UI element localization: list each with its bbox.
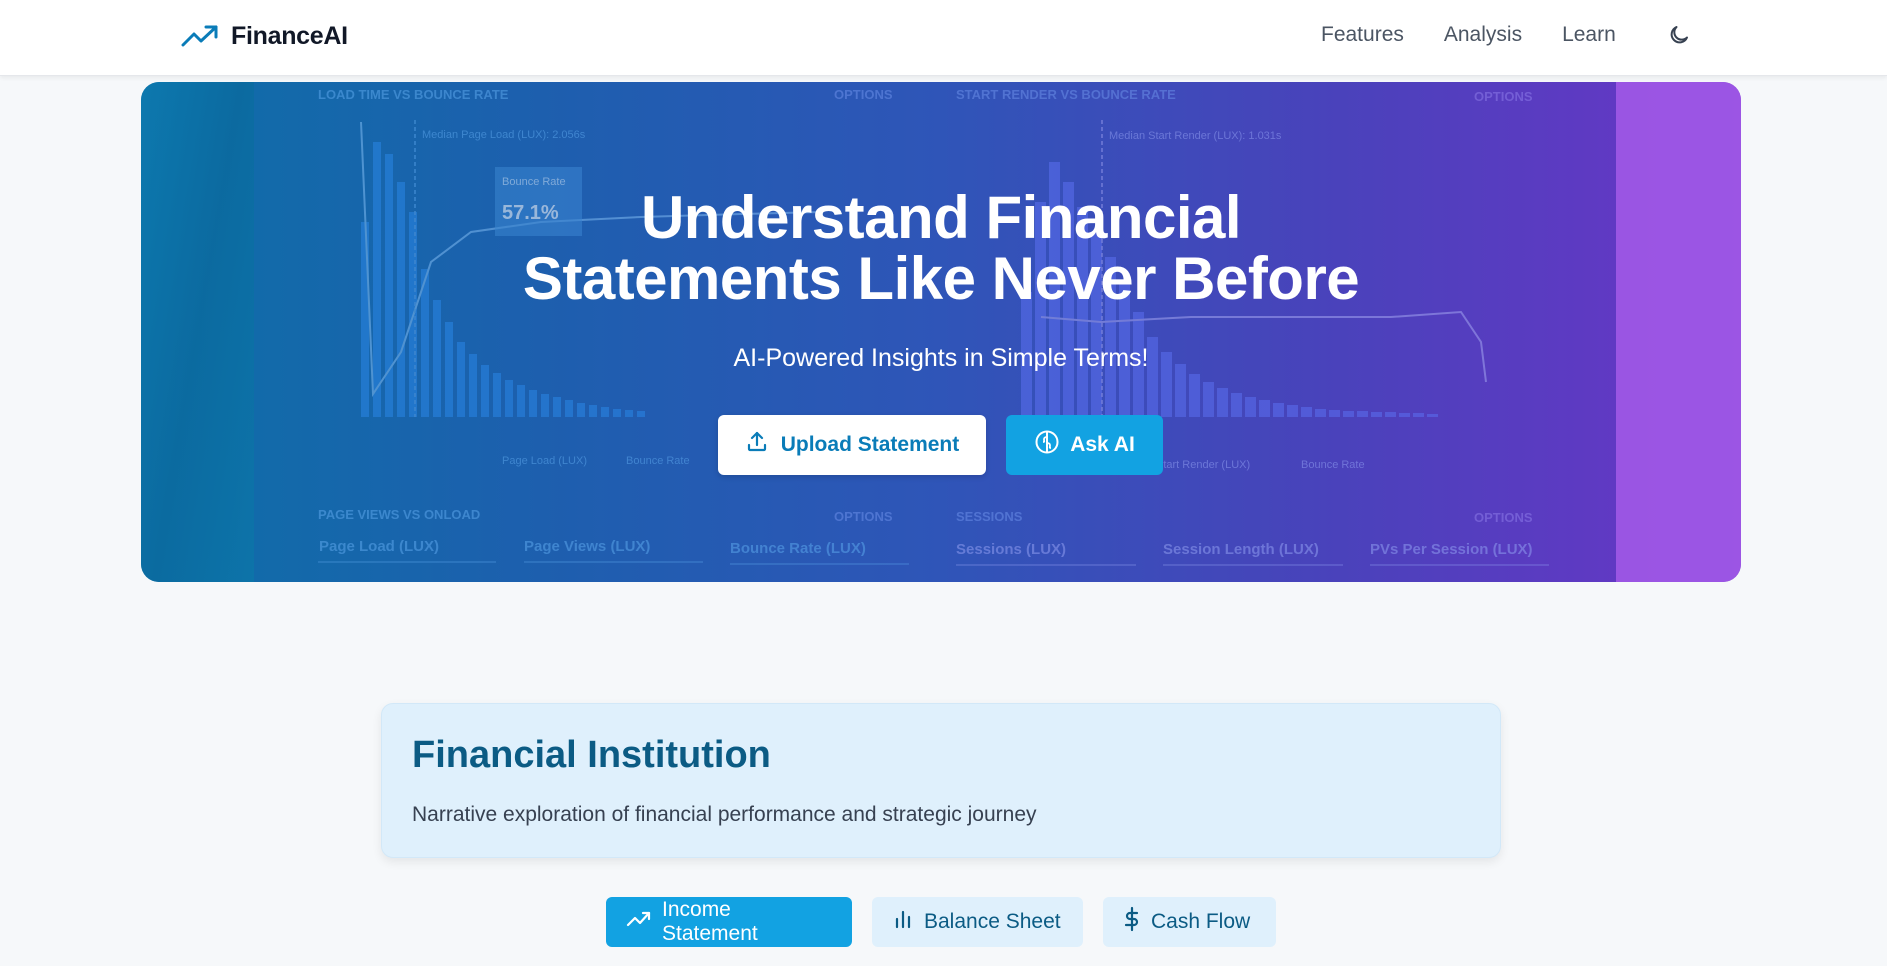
hero-title-line2: Statements Like Never Before — [522, 245, 1360, 312]
bg-legend-2: Bounce Rate — [626, 455, 690, 467]
brand-name: FinanceAI — [231, 21, 348, 50]
statement-tabs: Income Statement Balance Sheet Cash Flow — [606, 897, 1276, 947]
moon-icon — [1667, 23, 1691, 52]
bg-panel4-title: SESSIONS — [956, 509, 1023, 524]
brain-icon — [1034, 429, 1060, 461]
tab-balance-sheet[interactable]: Balance Sheet — [872, 897, 1083, 947]
hero-left-strip — [141, 82, 254, 582]
bg-legend-3: Start Render (LUX) — [1156, 459, 1250, 471]
ask-ai-button[interactable]: Ask AI — [1006, 415, 1163, 475]
top-navbar: FinanceAI Features Analysis Learn — [0, 0, 1887, 76]
bg-median-2: Median Start Render (LUX): 1.031s — [1109, 130, 1282, 142]
bar-chart-icon — [892, 908, 914, 936]
bg-options-3: OPTIONS — [834, 509, 893, 524]
tab-income-statement[interactable]: Income Statement — [606, 897, 852, 947]
institution-info-card: Financial Institution Narrative explorat… — [381, 703, 1501, 858]
bg-legend-4: Bounce Rate — [1301, 459, 1365, 471]
institution-description: Narrative exploration of financial perfo… — [412, 803, 1037, 826]
tab-cash-label: Cash Flow — [1151, 910, 1251, 933]
bg-options-2: OPTIONS — [1474, 89, 1533, 104]
hero-subtitle: AI-Powered Insights in Simple Terms! — [733, 344, 1149, 372]
institution-title: Financial Institution — [412, 734, 771, 776]
hero-actions: Upload Statement Ask AI — [718, 415, 1163, 475]
bg-metric-2: Page Views (LUX) — [524, 538, 650, 555]
ask-ai-label: Ask AI — [1070, 433, 1135, 456]
hero-title: Understand Financial Statements Like Nev… — [141, 187, 1741, 309]
bg-panel1-title: LOAD TIME VS BOUNCE RATE — [318, 87, 509, 102]
upload-statement-button[interactable]: Upload Statement — [718, 415, 986, 475]
hero-title-line1: Understand Financial — [640, 184, 1242, 251]
bg-options-4: OPTIONS — [1474, 510, 1533, 525]
bg-metric-1: Page Load (LUX) — [319, 538, 439, 555]
bg-median-1: Median Page Load (LUX): 2.056s — [422, 129, 586, 141]
brand-logo[interactable]: FinanceAI — [181, 18, 348, 54]
upload-icon — [745, 430, 769, 460]
tab-income-label: Income Statement — [662, 898, 758, 945]
hero-right-strip — [1616, 82, 1741, 582]
bg-options-1: OPTIONS — [834, 87, 893, 102]
bg-metric-4: Sessions (LUX) — [956, 541, 1066, 558]
bg-panel2-title: START RENDER VS BOUNCE RATE — [956, 87, 1176, 102]
dollar-icon — [1123, 906, 1141, 938]
nav-link-features[interactable]: Features — [1321, 23, 1404, 47]
trending-up-icon — [181, 18, 221, 54]
bg-panel3-title: PAGE VIEWS VS ONLOAD — [318, 507, 480, 522]
nav-link-learn[interactable]: Learn — [1562, 23, 1616, 47]
hero-banner: LOAD TIME VS BOUNCE RATE START RENDER VS… — [141, 82, 1741, 582]
bg-metric-5: Session Length (LUX) — [1163, 541, 1319, 558]
nav-links: Features Analysis Learn — [1321, 23, 1616, 47]
nav-link-analysis[interactable]: Analysis — [1444, 23, 1522, 47]
hero-background-dashboard: LOAD TIME VS BOUNCE RATE START RENDER VS… — [318, 87, 1549, 566]
bg-metric-3: Bounce Rate (LUX) — [730, 540, 866, 557]
theme-toggle-button[interactable] — [1664, 22, 1694, 52]
upload-statement-label: Upload Statement — [780, 433, 960, 456]
bg-metric-6: PVs Per Session (LUX) — [1370, 541, 1533, 558]
bg-legend-1: Page Load (LUX) — [502, 455, 587, 467]
trending-up-icon — [626, 910, 652, 934]
tab-cash-flow[interactable]: Cash Flow — [1103, 897, 1276, 947]
tab-balance-label: Balance Sheet — [924, 910, 1061, 933]
